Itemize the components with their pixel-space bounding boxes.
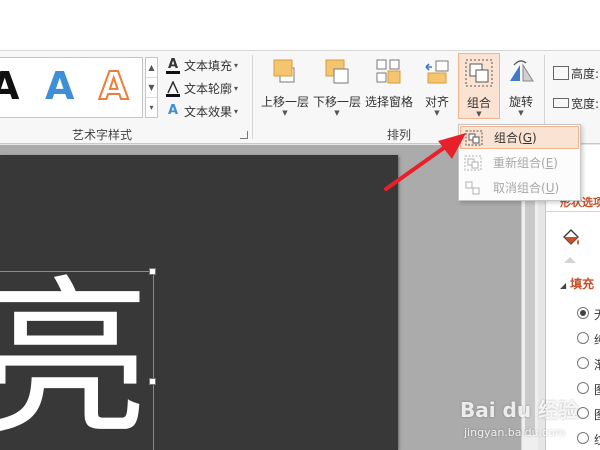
divider [546, 211, 600, 212]
fill-radio-solid[interactable] [577, 332, 589, 344]
text-fill-button[interactable]: A 文本填充 ▾ [166, 55, 238, 75]
gallery-down-icon[interactable]: ▼ [146, 78, 157, 98]
chevron-down-icon: ▾ [234, 83, 239, 93]
text-effects-icon: A [167, 103, 179, 118]
height-icon [553, 66, 569, 80]
gallery-more-icon[interactable]: ▾ [146, 98, 157, 118]
dialog-launcher-icon[interactable] [240, 131, 248, 139]
width-field[interactable]: 宽度: [553, 93, 599, 113]
gallery-up-icon[interactable]: ▲ [146, 58, 157, 78]
title-area [0, 0, 600, 50]
send-backward-button[interactable]: 下移一层 ▼ [312, 53, 362, 123]
wordart-gallery[interactable]: A A A [0, 57, 143, 118]
chevron-down-icon: ▼ [334, 109, 340, 117]
fill-radio-gradient[interactable] [577, 357, 589, 369]
send-backward-icon [322, 57, 352, 87]
group-button[interactable]: 组合 ▼ [458, 53, 500, 119]
resize-handle[interactable] [149, 378, 156, 385]
fill-section-header[interactable]: ◢ 填充 [560, 275, 594, 292]
collapse-icon: ◢ [560, 281, 567, 290]
gallery-scroll[interactable]: ▲ ▼ ▾ [145, 57, 158, 118]
annotation-arrow-icon [384, 133, 466, 191]
text-effects-button[interactable]: A 文本效果 ▾ [166, 101, 238, 121]
wordart-sample-orange[interactable]: A [98, 63, 129, 109]
rotate-button[interactable]: 旋转 ▼ [502, 53, 540, 123]
chevron-down-icon: ▼ [434, 109, 440, 117]
chevron-down-icon: ▾ [234, 60, 239, 70]
paint-bucket-icon[interactable] [560, 227, 582, 249]
active-tab-indicator [564, 257, 576, 263]
height-field[interactable]: 高度: [553, 63, 599, 83]
selection-box [0, 268, 156, 450]
slide[interactable]: 亮 [0, 155, 398, 450]
watermark-url: jingyan.baidu.com [464, 426, 566, 439]
selection-pane-button[interactable]: 选择窗格 [364, 53, 414, 123]
chevron-down-icon: ▼ [518, 109, 524, 117]
fill-option-label: 无 [594, 306, 600, 323]
wordart-sample-black[interactable]: A [0, 64, 19, 108]
wordart-sample-blue[interactable]: A [45, 64, 74, 108]
text-outline-button[interactable]: 文本轮廓 ▾ [166, 78, 238, 98]
text-fill-icon: A [166, 57, 180, 74]
rotate-icon [506, 57, 536, 87]
wordart-styles-label: 艺术字样式 [72, 128, 133, 142]
align-button[interactable]: 对齐 ▼ [418, 53, 456, 123]
fill-option-label: 渐 [594, 356, 600, 373]
fill-radio-none[interactable] [577, 307, 589, 319]
bring-forward-icon [270, 57, 300, 87]
fill-option-label: 纯 [594, 331, 600, 348]
chevron-down-icon: ▾ [234, 106, 239, 116]
watermark-brand: Bai du 经验 [460, 398, 579, 422]
selection-pane-icon [374, 57, 404, 87]
align-icon [422, 57, 452, 87]
text-outline-icon [166, 80, 180, 97]
fill-radio-picture[interactable] [577, 382, 589, 394]
width-icon [553, 98, 569, 108]
chevron-down-icon: ▼ [476, 110, 482, 118]
chevron-down-icon: ▼ [282, 109, 288, 117]
watermark: Bai du 经验 jingyan.baidu.com [452, 394, 600, 450]
resize-handle[interactable] [149, 268, 156, 275]
group-separator [252, 55, 253, 139]
group-icon [464, 58, 494, 88]
bring-forward-button[interactable]: 上移一层 ▼ [258, 53, 312, 123]
